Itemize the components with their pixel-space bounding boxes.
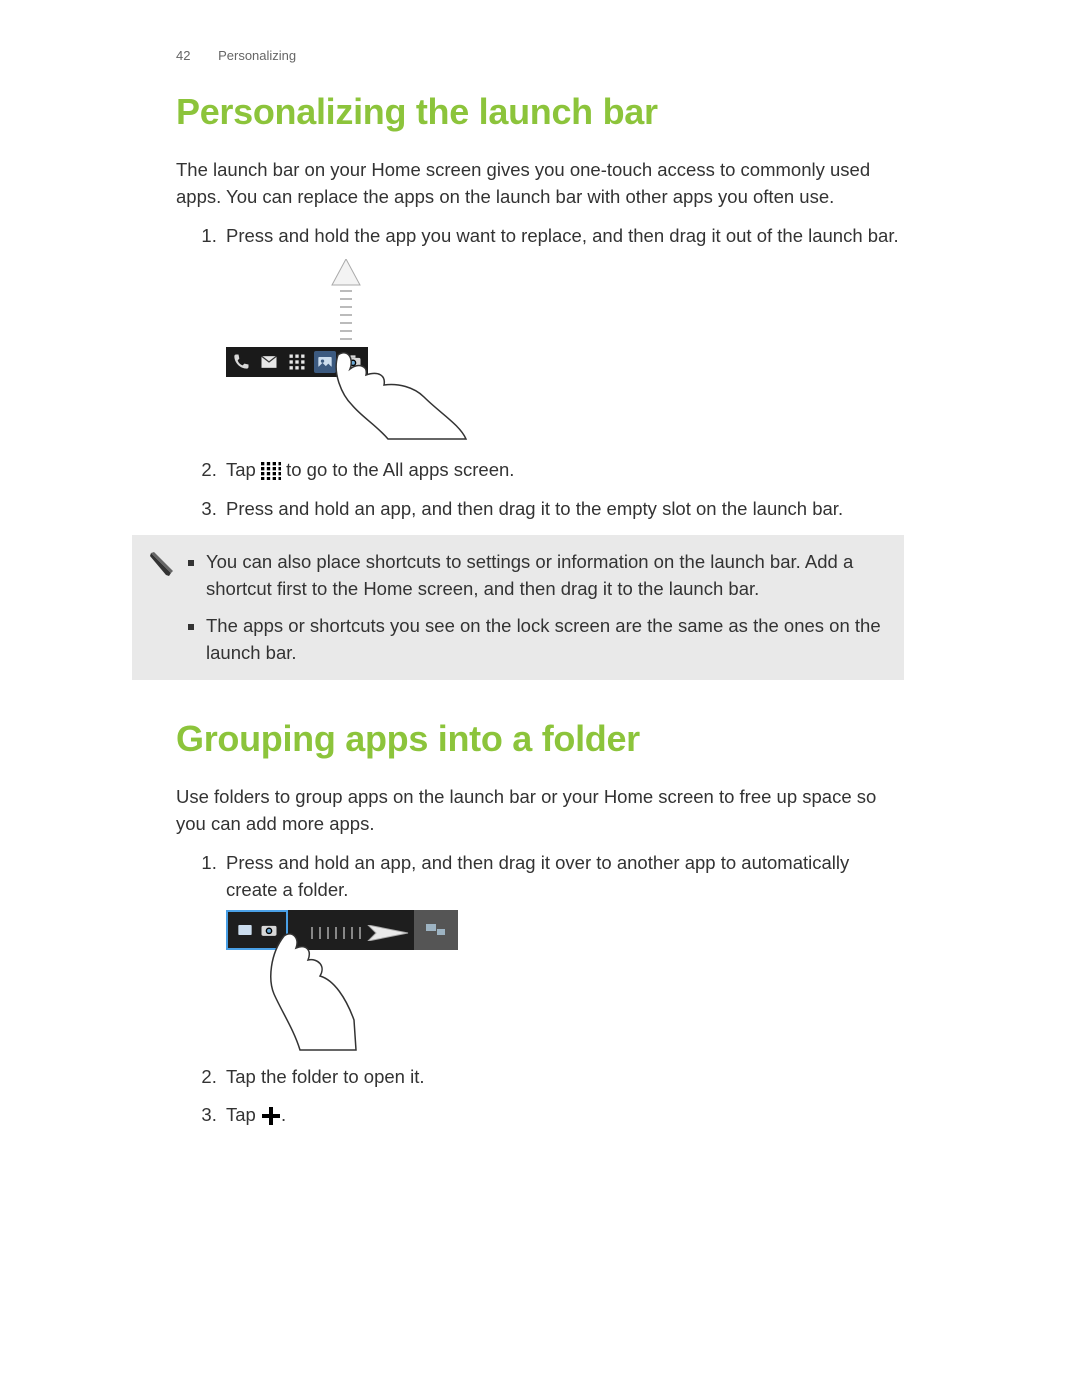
figure-drag-out	[226, 259, 466, 439]
step-2-post: to go to the All apps screen.	[281, 459, 514, 480]
section-title-launch-bar: Personalizing the launch bar	[176, 91, 904, 133]
mail-icon	[258, 351, 280, 373]
folder-step-1: Press and hold an app, and then drag it …	[222, 850, 904, 1050]
step-2: Tap to go to the All apps screen.	[222, 457, 904, 484]
folder-step-3-pre: Tap	[226, 1104, 261, 1125]
section-title-grouping: Grouping apps into a folder	[176, 718, 904, 760]
step-1-text: Press and hold the app you want to repla…	[226, 225, 899, 246]
folder-step-3: Tap .	[222, 1102, 904, 1129]
hand-pointer-icon	[254, 932, 364, 1052]
tip-note-box: You can also place shortcuts to settings…	[132, 535, 904, 680]
step-3-text: Press and hold an app, and then drag it …	[226, 498, 843, 519]
step-1: Press and hold the app you want to repla…	[222, 223, 904, 440]
folder-step-1-text: Press and hold an app, and then drag it …	[226, 852, 849, 900]
hand-pointer-icon	[328, 351, 468, 441]
drop-target-icon	[414, 910, 458, 950]
intro-paragraph-2: Use folders to group apps on the launch …	[176, 784, 904, 838]
tip-item-2: The apps or shortcuts you see on the loc…	[206, 613, 888, 667]
running-head: 42 Personalizing	[176, 48, 904, 63]
document-page: 42 Personalizing Personalizing the launc…	[0, 0, 1080, 1189]
drag-up-arrow-icon	[330, 259, 362, 349]
step-3: Press and hold an app, and then drag it …	[222, 496, 904, 523]
folder-step-2: Tap the folder to open it.	[222, 1064, 904, 1091]
phone-icon	[230, 351, 252, 373]
folder-step-2-text: Tap the folder to open it.	[226, 1066, 425, 1087]
steps-list-folder: Press and hold an app, and then drag it …	[176, 850, 904, 1129]
page-number: 42	[176, 48, 190, 63]
steps-list-launch-bar: Press and hold the app you want to repla…	[176, 223, 904, 523]
apps-grid-icon	[261, 461, 281, 479]
section-name: Personalizing	[218, 48, 296, 63]
step-2-pre: Tap	[226, 459, 261, 480]
intro-paragraph: The launch bar on your Home screen gives…	[176, 157, 904, 211]
folder-step-3-post: .	[281, 1104, 286, 1125]
apps-grid-icon	[286, 351, 308, 373]
pencil-note-icon	[140, 549, 184, 666]
tip-list: You can also place shortcuts to settings…	[184, 549, 888, 666]
plus-icon	[261, 1106, 281, 1126]
figure-drag-to-folder	[226, 910, 466, 1050]
tip-item-1: You can also place shortcuts to settings…	[206, 549, 888, 603]
